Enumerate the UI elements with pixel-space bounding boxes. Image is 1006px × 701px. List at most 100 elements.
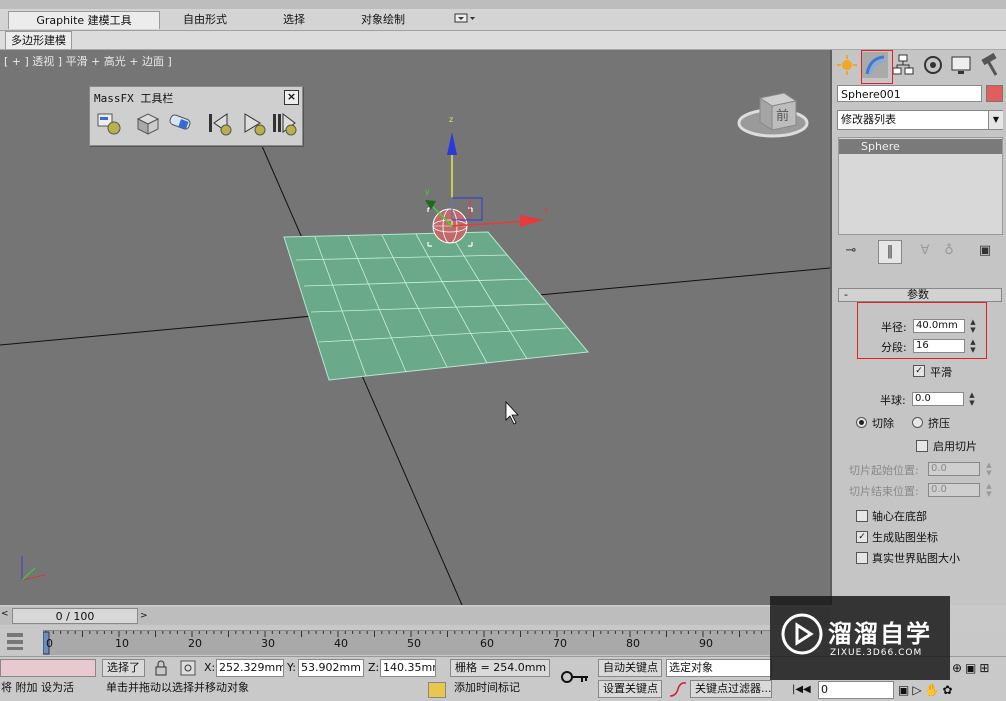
parameters-rollout-header[interactable]: - 参数 (838, 288, 1002, 302)
key-icon (561, 671, 588, 683)
tab-object-paint[interactable]: 对象绘制 (350, 11, 416, 28)
real-world-map-label: 真实世界贴图大小 (872, 552, 960, 565)
tick-label: 60 (480, 637, 494, 650)
enable-slice-checkbox[interactable] (916, 440, 928, 452)
z-coordinate-field[interactable]: 140.35mm (380, 659, 436, 677)
set-key-button[interactable]: 设置关键点 (598, 680, 662, 698)
selection-set-dropdown[interactable]: 选定对象 (666, 659, 772, 677)
step-simulation-button[interactable] (270, 109, 298, 137)
base-to-pivot-checkbox[interactable] (856, 510, 868, 522)
watermark-title: 溜溜自学 (828, 620, 932, 648)
lock-selection-icon[interactable] (154, 660, 168, 676)
track-bar[interactable]: 0 10 20 30 40 50 60 70 80 90 (43, 630, 770, 655)
spinner-arrows-icon[interactable]: ▲ ▼ (968, 318, 978, 334)
create-sun-icon (837, 55, 857, 75)
tick-label: 40 (334, 637, 348, 650)
z-label: Z: (368, 661, 380, 674)
stack-item-sphere[interactable]: Sphere (839, 139, 1002, 154)
motion-icon (924, 56, 942, 74)
y-label: Y: (287, 661, 296, 674)
plane-object[interactable] (283, 231, 589, 381)
spinner-arrows-icon[interactable]: ▲ ▼ (984, 482, 994, 498)
gen-mapping-checkbox[interactable]: ✓ (856, 531, 868, 543)
chop-radio[interactable] (856, 417, 867, 428)
reset-simulation-button[interactable] (205, 109, 233, 137)
viewcube[interactable] (737, 92, 809, 138)
auto-key-button[interactable]: 自动关键点 (598, 659, 662, 677)
play-simulation-button[interactable] (240, 109, 268, 137)
chevron-down-icon[interactable]: ▼ (988, 111, 1003, 129)
modifier-list-dropdown[interactable]: 修改器列表 (837, 110, 1003, 130)
radius-spinner[interactable]: 40.0mm (913, 319, 965, 333)
object-name-field[interactable]: Sphere001 (837, 85, 982, 102)
spinner-arrows-icon[interactable]: ▲ ▼ (984, 461, 994, 477)
configure-sets-icon[interactable]: ▣ (974, 240, 996, 262)
enable-slice-label: 启用切片 (933, 440, 977, 453)
motion-tab[interactable] (920, 52, 946, 78)
tick-label: 20 (188, 637, 202, 650)
pin-stack-icon[interactable]: ⊸ (840, 240, 862, 262)
maxscript-listener-input[interactable] (0, 659, 96, 677)
current-frame-field[interactable]: 0 (818, 681, 894, 699)
create-tab[interactable] (834, 52, 860, 78)
zoom-navigation-icons[interactable]: ⊕▣⊞ (952, 659, 1006, 677)
transform-mode-icon (180, 660, 196, 676)
massfx-toolbar[interactable]: MassFX 工具栏 × (89, 86, 303, 146)
tangent-curve-icon (669, 682, 687, 697)
segments-spinner[interactable]: 16 (913, 339, 965, 353)
absolute-mode-icon[interactable] (180, 660, 196, 676)
cloth-icon (169, 114, 191, 130)
utilities-tab[interactable] (976, 52, 1002, 78)
ribbon-options-dropdown[interactable] (452, 11, 478, 28)
segments-label: 分段: (881, 341, 907, 354)
default-tangent-icon[interactable] (668, 681, 688, 698)
rigid-body-icon (136, 113, 160, 135)
hemisphere-label: 半球: (880, 394, 906, 407)
spinner-arrows-icon[interactable]: ▲ ▼ (967, 391, 977, 407)
world-parameters-button[interactable] (95, 109, 123, 137)
add-time-tag-label[interactable]: 添加时间标记 (454, 679, 520, 697)
time-slider-prev[interactable]: < (1, 609, 9, 619)
make-unique-icon[interactable]: ∀ (914, 240, 936, 262)
set-key-mode-icon[interactable] (560, 665, 590, 689)
tab-graphite[interactable]: Graphite 建模工具 (8, 11, 160, 29)
hierarchy-tab[interactable] (890, 52, 916, 78)
tab-polygon-modeling[interactable]: 多边形建模 (5, 31, 72, 49)
squash-radio[interactable] (912, 417, 923, 428)
viewport-navigation-icons[interactable]: ▣▷✋✿ (898, 681, 1006, 699)
tab-freeform[interactable]: 自由形式 (170, 11, 240, 28)
go-to-start-icon[interactable]: |◀◀ (792, 682, 814, 698)
viewport-label-menu[interactable]: [ + ] 透视 ] 平滑 + 高光 + 边面 ] (4, 53, 172, 69)
remove-modifier-icon[interactable]: ♁ (938, 240, 960, 262)
key-filters-button[interactable]: 关键点过滤器... (690, 680, 772, 698)
real-world-map-checkbox[interactable] (856, 552, 868, 564)
tab-selection[interactable]: 选择 (268, 11, 320, 28)
time-slider-thumb[interactable]: 0 / 100 (12, 608, 138, 624)
selection-status: 选择了 (102, 659, 145, 677)
time-tag-icon[interactable] (428, 682, 446, 698)
display-tab[interactable] (948, 52, 974, 78)
slice-from-spinner[interactable]: 0.0 (928, 462, 980, 476)
slice-to-spinner[interactable]: 0.0 (928, 483, 980, 497)
close-button[interactable]: × (284, 90, 299, 105)
squash-label: 挤压 (928, 417, 950, 430)
stack-toolbar: ⊸ ‖ ∀ ♁ ▣ (836, 240, 1006, 264)
radius-label: 半径: (881, 321, 907, 334)
tick-label: 80 (626, 637, 640, 650)
tick-label: 30 (261, 637, 275, 650)
gizmo-y-label: y (425, 187, 430, 196)
object-color-swatch[interactable] (986, 85, 1003, 102)
hammer-icon (981, 52, 998, 76)
world-settings-icon (97, 113, 121, 135)
spinner-arrows-icon[interactable]: ▲ ▼ (968, 338, 978, 354)
time-slider-next[interactable]: > (140, 608, 150, 624)
show-end-result-icon[interactable]: ‖ (878, 240, 902, 264)
rigid-body-button[interactable] (134, 109, 162, 137)
mini-curve-editor-icon[interactable] (4, 630, 28, 652)
cloth-button[interactable] (166, 109, 194, 137)
massfx-title: MassFX 工具栏 (94, 92, 174, 105)
y-coordinate-field[interactable]: 53.902mm (298, 659, 364, 677)
smooth-checkbox[interactable]: ✓ (913, 365, 925, 377)
x-coordinate-field[interactable]: 252.329mm (216, 659, 284, 677)
hemisphere-spinner[interactable]: 0.0 (912, 392, 964, 406)
